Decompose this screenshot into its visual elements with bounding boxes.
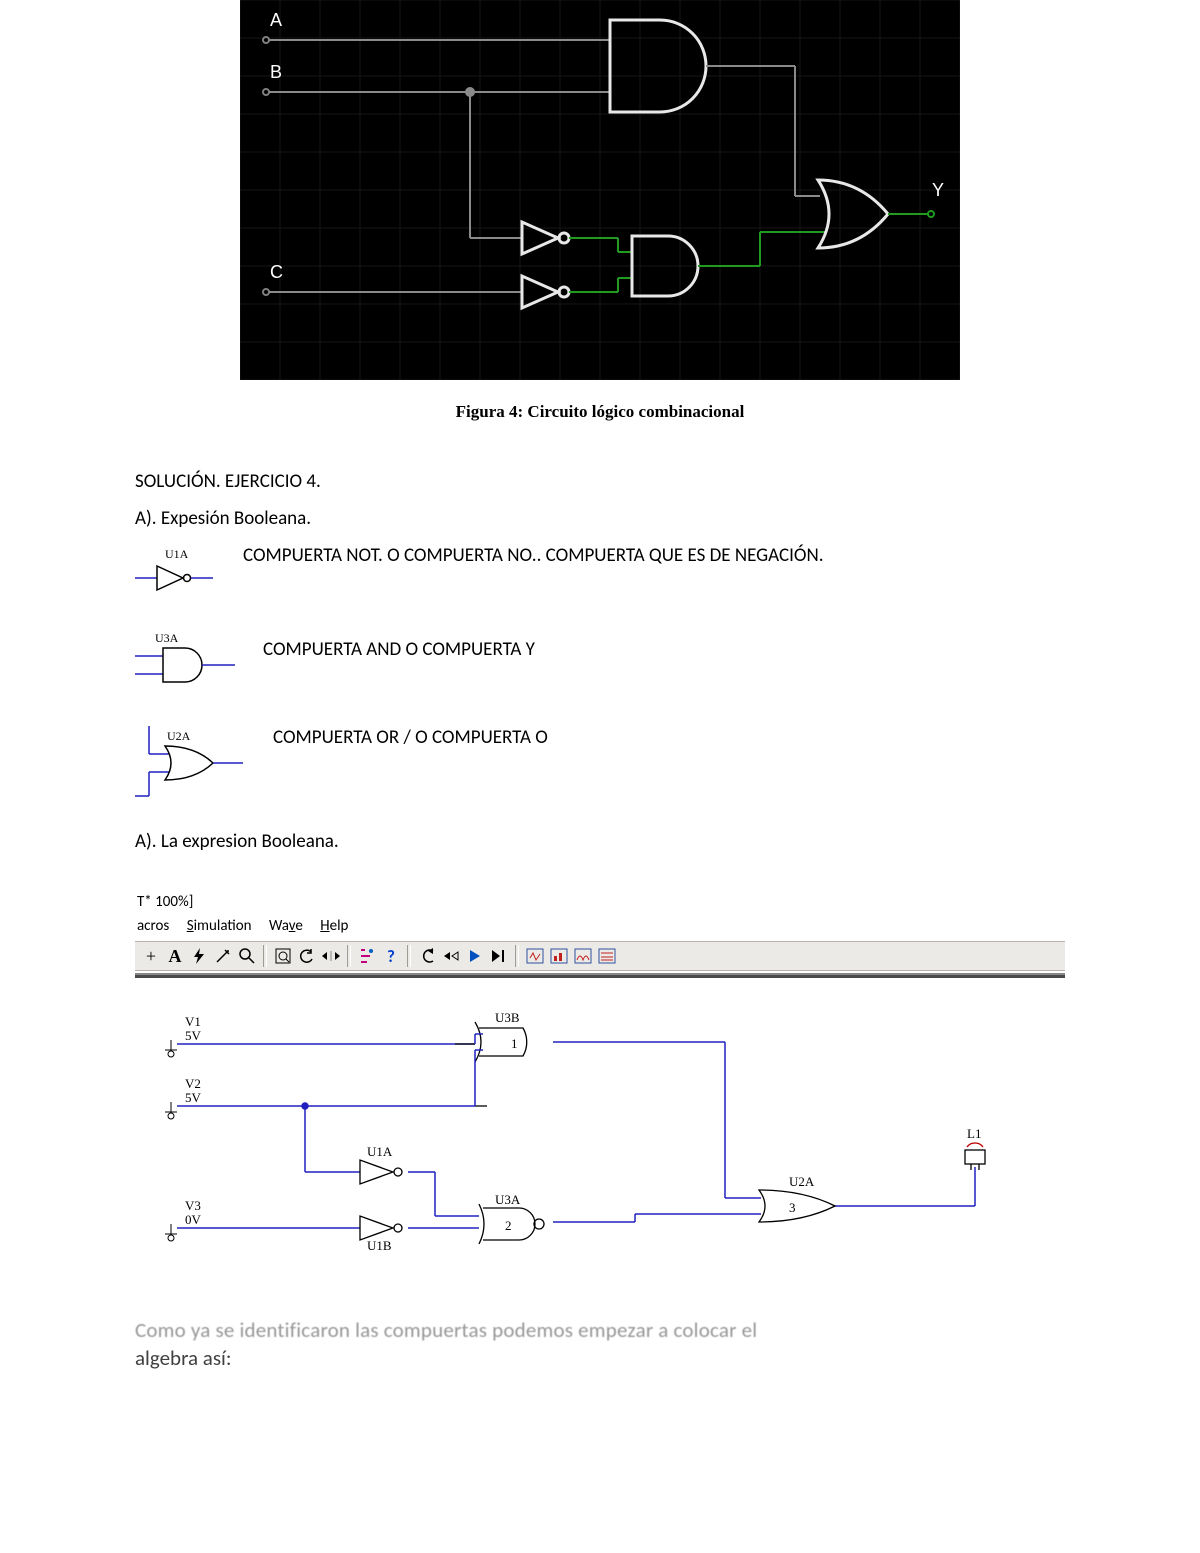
not-gate-u1a-icon (360, 1160, 402, 1184)
label-a: A (270, 10, 282, 30)
not-gate-desc: COMPUERTA NOT. O COMPUERTA NO.. COMPUERT… (243, 544, 824, 567)
svg-text:5V: 5V (185, 1090, 202, 1105)
not-gate-u1b-icon (360, 1216, 402, 1240)
toolbar-panel3-icon[interactable] (571, 945, 595, 967)
and-gate-icon: U3A (135, 630, 245, 690)
svg-text:V3: V3 (185, 1198, 201, 1213)
subheading-a: A). Expesión Booleana. (135, 507, 1065, 530)
menu-wave[interactable]: Wave (269, 917, 303, 935)
svg-text:U3A: U3A (495, 1192, 521, 1207)
gate-row-or: U2A COMPUERTA OR / O COMPUERTA O (135, 726, 1065, 800)
or-gate-desc: COMPUERTA OR / O COMPUERTA O (273, 726, 548, 749)
lamp-l1-icon (965, 1143, 985, 1170)
svg-text:U1A: U1A (165, 547, 189, 561)
toolbar-panel4-icon[interactable] (595, 945, 619, 967)
gate-row-not: U1A COMPUERTA NOT. O COMPUERTA NO.. COMP… (135, 544, 1065, 600)
toolbar-options-icon[interactable] (355, 945, 379, 967)
not-gate-c-icon (522, 276, 569, 308)
not-gate-b-icon (522, 222, 569, 254)
toolbar-wand-icon[interactable] (211, 945, 235, 967)
sim-schematic[interactable]: V1 5V V2 5V V3 0V (135, 992, 1065, 1282)
toolbar-play-icon[interactable] (463, 945, 487, 967)
bottom-line-2: algebra así: (135, 1345, 231, 1371)
svg-text:U1B: U1B (367, 1238, 392, 1253)
toolbar-lightning-icon[interactable] (187, 945, 211, 967)
svg-text:L1: L1 (967, 1126, 981, 1141)
menu-macros[interactable]: acros (137, 917, 169, 935)
svg-text:U2A: U2A (167, 729, 191, 743)
toolbar-panel2-icon[interactable] (547, 945, 571, 967)
sim-toolbar: + A ? (135, 941, 1065, 971)
svg-text:U3A: U3A (155, 631, 179, 645)
svg-text:U1A: U1A (367, 1144, 393, 1159)
toolbar-panel1-icon[interactable] (523, 945, 547, 967)
or-gate-icon: U2A (135, 726, 255, 800)
simulator-panel: T* 100%] acros Simulation Wave Help + A (135, 893, 1065, 1282)
label-c: C (270, 262, 283, 282)
label-y: Y (932, 180, 944, 200)
toolbar-skip-icon[interactable] (487, 945, 511, 967)
toolbar-undo-icon[interactable] (295, 945, 319, 967)
menu-simulation[interactable]: Simulation (187, 917, 252, 935)
sim-menubar: acros Simulation Wave Help (135, 915, 1065, 941)
svg-text:1: 1 (511, 1036, 518, 1051)
and-gate-top-icon (610, 20, 706, 112)
or-gate-u2a-icon (759, 1190, 835, 1222)
svg-text:5V: 5V (185, 1028, 202, 1043)
solution-heading: SOLUCIÓN. EJERCICIO 4. (135, 470, 1065, 493)
subheading-a2: A). La expresion Booleana. (135, 830, 1065, 853)
svg-text:3: 3 (789, 1200, 796, 1215)
toolbar-zoomarea-icon[interactable] (271, 945, 295, 967)
bottom-paragraph: Como ya se identificaron las compuertas … (135, 1316, 1065, 1373)
sim-zoom-label: T* 100%] (137, 893, 1065, 911)
toolbar-plus-icon[interactable]: + (139, 945, 163, 967)
menu-help[interactable]: Help (320, 917, 348, 935)
toolbar-step-icon[interactable] (439, 945, 463, 967)
svg-text:0V: 0V (185, 1212, 202, 1227)
circuit-diagram: A B C Y (240, 0, 960, 380)
nand-gate-u3a-icon (479, 1204, 544, 1244)
toolbar-magnifier-icon[interactable] (235, 945, 259, 967)
toolbar-lr-arrows-icon[interactable] (319, 945, 343, 967)
svg-text:V1: V1 (185, 1014, 201, 1029)
label-b: B (270, 62, 282, 82)
toolbar-help-icon[interactable]: ? (379, 945, 403, 967)
svg-text:U2A: U2A (789, 1174, 815, 1189)
svg-text:2: 2 (505, 1218, 512, 1233)
figure-caption: Figura 4: Circuito lógico combinacional (135, 402, 1065, 422)
svg-text:V2: V2 (185, 1076, 201, 1091)
and-gate-desc: COMPUERTA AND O COMPUERTA Y (263, 638, 535, 661)
bottom-line-1: Como ya se identificaron las compuertas … (135, 1317, 757, 1343)
not-gate-icon: U1A (135, 544, 225, 600)
toolbar-rewind-icon[interactable] (415, 945, 439, 967)
toolbar-text-icon[interactable]: A (163, 945, 187, 967)
and-gate-u3b-icon (455, 1022, 527, 1106)
gate-row-and: U3A COMPUERTA AND O COMPUERTA Y (135, 630, 1065, 690)
svg-text:U3B: U3B (495, 1010, 520, 1025)
